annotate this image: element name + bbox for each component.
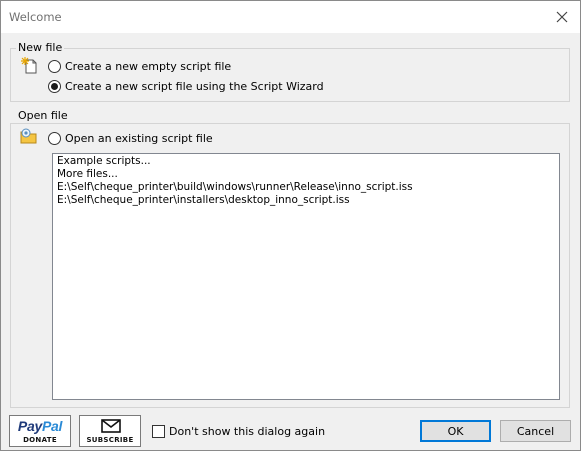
radio-new-empty-label: Create a new empty script file (65, 59, 232, 73)
ok-label: OK (447, 424, 464, 438)
close-button[interactable] (548, 5, 576, 29)
subscribe-label: SUBSCRIBE (86, 436, 134, 444)
dont-show-checkbox[interactable] (152, 425, 165, 438)
dont-show-checkbox-row[interactable]: Don't show this dialog again (152, 425, 325, 438)
list-item[interactable]: Example scripts... (57, 155, 555, 168)
subscribe-button[interactable]: SUBSCRIBE (79, 415, 141, 447)
dont-show-label: Don't show this dialog again (169, 425, 326, 438)
list-item[interactable]: E:\Self\cheque_printer\installers\deskto… (57, 194, 555, 207)
title-bar: Welcome (1, 1, 580, 33)
radio-new-empty-circle[interactable] (48, 59, 61, 73)
radio-new-wizard[interactable]: Create a new script file using the Scrip… (48, 78, 324, 94)
radio-new-empty[interactable]: Create a new empty script file (48, 58, 231, 74)
cancel-label: Cancel (516, 424, 555, 438)
ok-button[interactable]: OK (420, 420, 491, 442)
open-file-legend: Open file (16, 109, 70, 122)
open-folder-icon (20, 128, 38, 147)
radio-new-wizard-label: Create a new script file using the Scrip… (65, 79, 324, 93)
window-title: Welcome (9, 10, 62, 24)
close-icon (556, 11, 568, 23)
paypal-donate-button[interactable]: PayPal DONATE (9, 415, 71, 447)
new-file-legend: New file (16, 41, 65, 54)
welcome-dialog: Welcome New file Create a new empty scri… (0, 0, 581, 451)
donate-label: DONATE (23, 436, 57, 444)
new-file-icon (20, 56, 38, 77)
radio-open-existing-circle[interactable] (48, 131, 61, 145)
list-item[interactable]: E:\Self\cheque_printer\build\windows\run… (57, 181, 555, 194)
radio-new-wizard-circle[interactable] (48, 79, 61, 93)
list-item[interactable]: More files... (57, 168, 555, 181)
radio-open-existing[interactable]: Open an existing script file (48, 130, 213, 146)
cancel-button[interactable]: Cancel (500, 420, 571, 442)
recent-files-list[interactable]: Example scripts... More files... E:\Self… (52, 153, 560, 400)
paypal-logo: PayPal (17, 418, 63, 434)
envelope-icon (101, 419, 121, 436)
radio-open-existing-label: Open an existing script file (65, 131, 213, 145)
